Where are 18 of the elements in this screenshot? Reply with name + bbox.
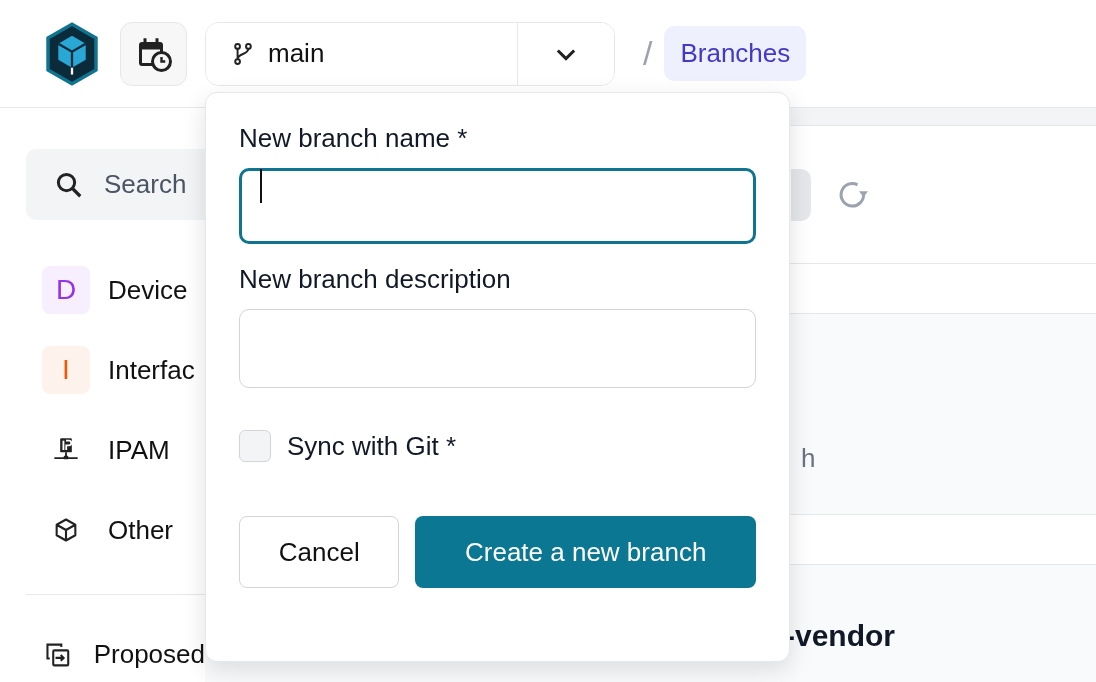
sidebar-item[interactable]: Interfac bbox=[108, 354, 195, 386]
field-label: New branch name * bbox=[239, 123, 469, 154]
breadcrumb-separator: / bbox=[643, 34, 653, 73]
branch-selector[interactable]: main bbox=[206, 22, 518, 85]
field-label: New branch description bbox=[239, 264, 512, 295]
cancel-button[interactable]: Cancel bbox=[239, 516, 400, 588]
checkbox-label: Sync with Git * bbox=[287, 430, 457, 462]
breadcrumb-link[interactable]: Branches bbox=[664, 26, 807, 81]
search-placeholder: Search bbox=[104, 169, 187, 200]
search-field[interactable]: Search bbox=[26, 149, 205, 220]
create-button[interactable]: Create a new branch bbox=[415, 516, 756, 588]
sidebar-item[interactable]: IPAM bbox=[108, 434, 170, 466]
sidebar-item[interactable]: Other bbox=[108, 514, 174, 546]
sidebar-item[interactable]: Device bbox=[108, 274, 188, 306]
letter-badge: I bbox=[42, 346, 90, 394]
branch-title: -vendor bbox=[785, 619, 895, 653]
sidebar-item[interactable]: Proposed bbox=[93, 639, 205, 670]
letter-badge: D bbox=[42, 266, 90, 314]
